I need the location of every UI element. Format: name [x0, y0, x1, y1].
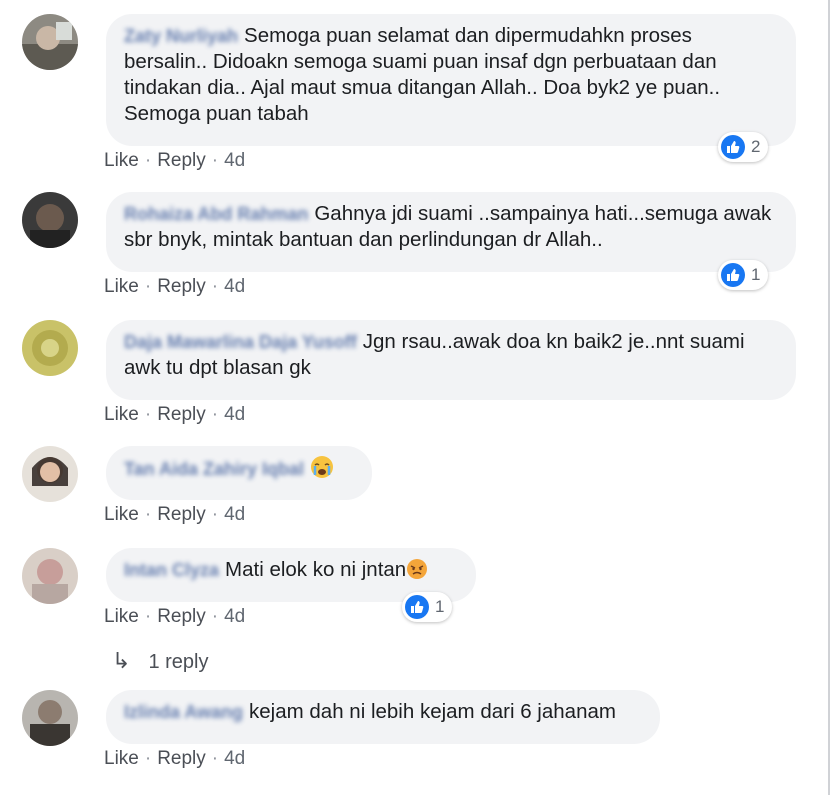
- separator-dot: ·: [144, 504, 152, 525]
- comment-actions: Like · Reply · 4d: [104, 404, 245, 426]
- comment-author[interactable]: Izlinda Awang: [124, 699, 243, 725]
- comment-bubble: Daja Mawarlina Daja Yusoff Jgn rsau..awak…: [106, 320, 796, 400]
- thumbs-up-icon: [405, 595, 429, 619]
- comment-author[interactable]: Daja Mawarlina Daja Yusoff: [124, 329, 357, 355]
- reaction-count[interactable]: 2: [718, 132, 769, 162]
- separator-dot: ·: [211, 504, 219, 525]
- reaction-number: 1: [751, 265, 761, 284]
- timestamp[interactable]: 4d: [224, 404, 245, 425]
- separator-dot: ·: [144, 150, 152, 171]
- like-link[interactable]: Like: [104, 606, 139, 627]
- comment-actions: Like · Reply · 4d: [104, 276, 245, 298]
- avatar[interactable]: [22, 14, 78, 70]
- comment-actions: Like · Reply · 4d: [104, 606, 245, 628]
- timestamp[interactable]: 4d: [224, 748, 245, 769]
- timestamp[interactable]: 4d: [224, 606, 245, 627]
- thumbs-up-icon: [721, 263, 745, 287]
- reply-link[interactable]: Reply: [157, 150, 206, 171]
- separator-dot: ·: [211, 150, 219, 171]
- comment-actions: Like · Reply · 4d: [104, 504, 245, 526]
- reply-link[interactable]: Reply: [157, 504, 206, 525]
- reaction-number: 2: [751, 137, 761, 156]
- replies-count: 1 reply: [148, 651, 209, 673]
- comment-actions: Like · Reply · 4d: [104, 150, 245, 172]
- crying-face-icon: [310, 455, 334, 486]
- avatar[interactable]: [22, 548, 78, 604]
- like-link[interactable]: Like: [104, 748, 139, 769]
- separator-dot: ·: [144, 276, 152, 297]
- like-link[interactable]: Like: [104, 150, 139, 171]
- separator-dot: ·: [144, 606, 152, 627]
- reaction-number: 1: [435, 597, 445, 616]
- reaction-count[interactable]: 1: [402, 592, 453, 622]
- timestamp[interactable]: 4d: [224, 150, 245, 171]
- reply-arrow-icon: ↳: [112, 648, 131, 673]
- separator-dot: ·: [144, 748, 152, 769]
- view-replies-link[interactable]: ↳ 1 reply: [112, 648, 208, 674]
- avatar[interactable]: [22, 320, 78, 376]
- reply-link[interactable]: Reply: [157, 606, 206, 627]
- reply-link[interactable]: Reply: [157, 276, 206, 297]
- like-link[interactable]: Like: [104, 276, 139, 297]
- separator-dot: ·: [211, 276, 219, 297]
- avatar[interactable]: [22, 690, 78, 746]
- comment-author[interactable]: Tan Aida Zahiry Iqbal: [124, 456, 304, 482]
- separator-dot: ·: [211, 404, 219, 425]
- like-link[interactable]: Like: [104, 504, 139, 525]
- comment-author[interactable]: Rohaiza Abd Rahman: [124, 201, 308, 227]
- reply-link[interactable]: Reply: [157, 748, 206, 769]
- comment-bubble: Rohaiza Abd Rahman Gahnya jdi suami ..sam…: [106, 192, 796, 272]
- comment-bubble: Tan Aida Zahiry Iqbal: [106, 446, 372, 500]
- comment-author[interactable]: Zaty Nurliyah: [124, 23, 238, 49]
- timestamp[interactable]: 4d: [224, 504, 245, 525]
- thumbs-up-icon: [721, 135, 745, 159]
- separator-dot: ·: [211, 606, 219, 627]
- reply-link[interactable]: Reply: [157, 404, 206, 425]
- like-link[interactable]: Like: [104, 404, 139, 425]
- separator-dot: ·: [144, 404, 152, 425]
- comment-author[interactable]: Intan Clyza: [124, 557, 219, 583]
- comment-bubble: Zaty Nurliyah Semoga puan selamat dan dip…: [106, 14, 796, 146]
- angry-face-icon: [406, 558, 428, 587]
- comment-text: Mati elok ko ni jntan: [225, 558, 407, 581]
- comment-text: kejam dah ni lebih kejam dari 6 jahanam: [249, 700, 616, 723]
- avatar[interactable]: [22, 192, 78, 248]
- comment-actions: Like · Reply · 4d: [104, 748, 245, 770]
- avatar[interactable]: [22, 446, 78, 502]
- reaction-count[interactable]: 1: [718, 260, 769, 290]
- comment-bubble: Izlinda Awang kejam dah ni lebih kejam da…: [106, 690, 660, 744]
- separator-dot: ·: [211, 748, 219, 769]
- timestamp[interactable]: 4d: [224, 276, 245, 297]
